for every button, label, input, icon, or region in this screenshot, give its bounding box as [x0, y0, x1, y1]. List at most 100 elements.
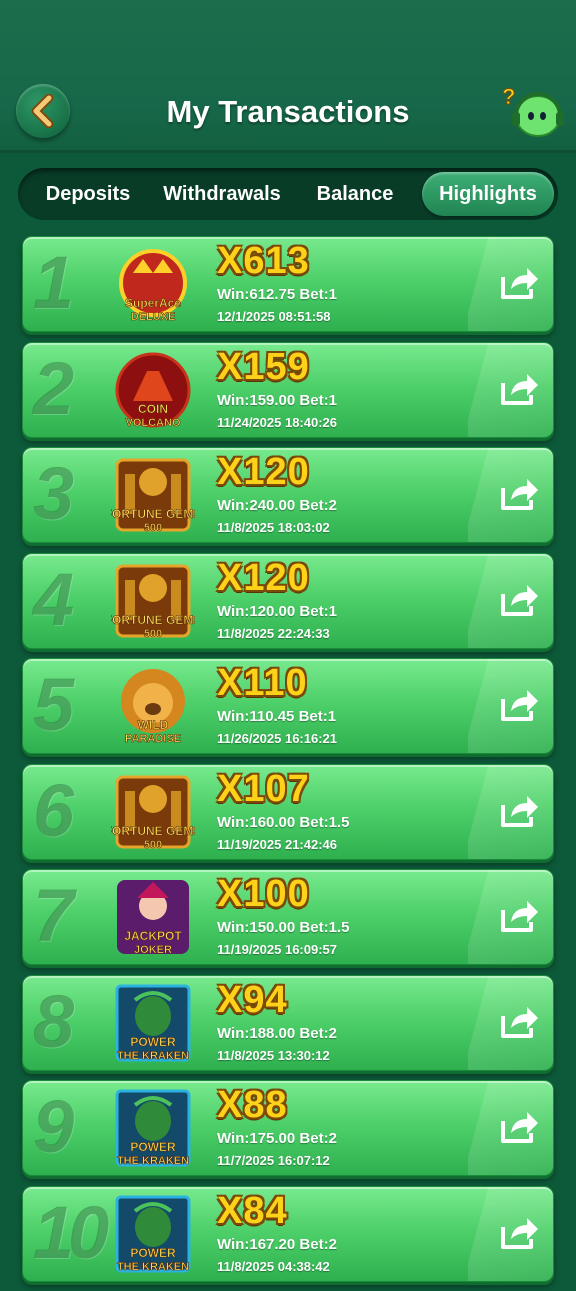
timestamp: 11/8/2025 18:03:02 — [217, 520, 330, 535]
top-bar: My Transactions ? — [0, 0, 576, 153]
share-button[interactable] — [497, 791, 541, 831]
support-button[interactable]: ? — [500, 82, 566, 142]
tab-deposits[interactable]: Deposits — [26, 172, 150, 216]
win-bet-text: Win:160.00 Bet:1.5 — [217, 813, 350, 831]
game-thumbnail[interactable]: COIN VOLCANO — [111, 349, 195, 431]
svg-text:VOLCANO: VOLCANO — [126, 417, 181, 429]
tab-label: Withdrawals — [163, 182, 281, 205]
game-thumbnail[interactable]: SuperAce DELUXE — [111, 243, 195, 325]
share-button[interactable] — [497, 369, 541, 409]
game-thumbnail[interactable]: WILD PARADISE — [111, 665, 195, 747]
rank-number: 3 — [33, 452, 74, 535]
share-icon — [497, 901, 541, 940]
transaction-tabs: Deposits Withdrawals Balance Highlights — [18, 168, 558, 220]
multiplier: X94 — [217, 978, 288, 1021]
highlight-row[interactable]: 2 COIN VOLCANO X159 Win:159.00 Bet:1 11/24/20… — [22, 341, 554, 438]
highlight-row[interactable]: 1 SuperAce DELUXE X613 Win:612.75 Bet:1 12/1/… — [22, 236, 554, 332]
rank-number: 2 — [33, 346, 74, 430]
svg-text:COIN: COIN — [138, 402, 168, 416]
share-button[interactable] — [497, 1213, 541, 1253]
win-bet-text: Win:240.00 Bet:2 — [217, 497, 337, 514]
win-bet-text: Win:188.00 Bet:2 — [217, 1024, 337, 1042]
svg-text:JOKER: JOKER — [134, 944, 172, 956]
win-bet-text: Win:612.75 Bet:1 — [217, 286, 337, 303]
win-bet-text: Win:120.00 Bet:1 — [217, 602, 337, 620]
share-button[interactable] — [497, 263, 541, 303]
tab-highlights[interactable]: Highlights — [422, 172, 554, 216]
timestamp: 11/19/2025 21:42:46 — [217, 836, 337, 852]
page-title: My Transactions — [166, 94, 410, 129]
timestamp: 11/24/2025 18:40:26 — [217, 414, 337, 430]
timestamp: 11/7/2025 16:07:12 — [217, 1153, 330, 1168]
tab-balance[interactable]: Balance — [294, 172, 416, 216]
highlight-row[interactable]: 8 POWER THE KRAKEN X94 Win:188.00 Bet:2 11/8/… — [22, 974, 554, 1071]
svg-text:POWER: POWER — [130, 1246, 176, 1260]
share-icon — [497, 1217, 541, 1257]
svg-text:FORTUNE GEMS: FORTUNE GEMS — [111, 613, 195, 627]
timestamp: 12/1/2025 08:51:58 — [217, 309, 331, 324]
svg-text:500: 500 — [144, 522, 162, 534]
highlight-row[interactable]: 5 WILD PARADISE X110 Win:110.45 Bet:1 11/26/2… — [22, 658, 554, 754]
timestamp: 11/19/2025 16:09:57 — [217, 942, 337, 957]
svg-text:POWER: POWER — [130, 1140, 176, 1154]
share-icon — [497, 268, 541, 307]
game-thumbnail[interactable]: FORTUNE GEMS500 — [104, 771, 202, 853]
share-button[interactable] — [497, 1002, 541, 1042]
svg-text:JACKPOT: JACKPOT — [124, 929, 182, 943]
svg-text:?: ? — [502, 84, 515, 109]
share-icon — [497, 690, 541, 729]
game-thumbnail[interactable]: POWER THE KRAKEN — [111, 1193, 195, 1275]
tab-label: Highlights — [439, 182, 537, 205]
tab-withdrawals[interactable]: Withdrawals — [154, 172, 290, 216]
timestamp: 11/8/2025 04:38:42 — [217, 1258, 330, 1274]
svg-text:500: 500 — [144, 839, 162, 851]
rank-number: 1 — [33, 241, 74, 324]
game-thumbnail[interactable]: FORTUNE GEMS500 — [104, 454, 202, 536]
multiplier: X120 — [217, 451, 310, 493]
rank-number: 6 — [33, 768, 74, 852]
timestamp: 11/8/2025 13:30:12 — [217, 1047, 330, 1063]
multiplier: X100 — [217, 873, 310, 915]
share-button[interactable] — [497, 580, 541, 620]
highlight-row[interactable]: 6 FORTUNE GEMS500 X107 Win:160.00 Bet:1.5 11… — [22, 763, 554, 860]
win-bet-text: Win:175.00 Bet:2 — [217, 1130, 337, 1147]
rank-number: 10 — [33, 1190, 109, 1274]
tab-label: Deposits — [45, 182, 131, 205]
highlight-row[interactable]: 10 POWER THE KRAKEN X84 Win:167.20 Bet:2 11/8… — [22, 1185, 554, 1282]
win-bet-text: Win:150.00 Bet:1.5 — [217, 919, 350, 936]
multiplier: X120 — [217, 556, 310, 599]
share-icon — [497, 584, 541, 624]
highlight-row[interactable]: 3 FORTUNE GEMS500 X120 Win:240.00 Bet:2 11/8… — [22, 447, 554, 543]
svg-text:POWER: POWER — [130, 1035, 176, 1049]
game-thumbnail[interactable]: JACKPOT JOKER — [111, 876, 195, 958]
rank-number: 9 — [33, 1085, 74, 1168]
svg-text:DELUXE: DELUXE — [131, 311, 176, 323]
share-button[interactable] — [497, 474, 541, 514]
svg-text:FORTUNE GEMS: FORTUNE GEMS — [111, 507, 195, 521]
game-thumbnail[interactable]: POWER THE KRAKEN — [111, 982, 195, 1064]
share-button[interactable] — [497, 1107, 541, 1147]
svg-text:THE KRAKEN: THE KRAKEN — [117, 1155, 189, 1167]
highlight-row[interactable]: 4 FORTUNE GEMS500 X120 Win:120.00 Bet:1 11/8… — [22, 552, 554, 649]
share-icon — [497, 479, 541, 518]
rank-number: 8 — [33, 979, 74, 1063]
share-button[interactable] — [497, 896, 541, 936]
share-icon — [497, 1112, 541, 1151]
svg-text:SuperAce: SuperAce — [125, 296, 181, 310]
tab-label: Balance — [316, 182, 394, 205]
multiplier: X88 — [217, 1084, 288, 1126]
multiplier: X107 — [217, 767, 310, 810]
share-button[interactable] — [497, 685, 541, 725]
game-thumbnail[interactable]: FORTUNE GEMS500 — [104, 560, 202, 642]
multiplier: X159 — [217, 345, 310, 388]
highlight-row[interactable]: 9 POWER THE KRAKEN X88 Win:175.00 Bet:2 11/7/… — [22, 1080, 554, 1176]
support-mascot-icon: ? — [502, 84, 564, 137]
multiplier: X84 — [217, 1189, 288, 1232]
game-thumbnail[interactable]: POWER THE KRAKEN — [111, 1087, 195, 1169]
win-bet-text: Win:167.20 Bet:2 — [217, 1235, 337, 1253]
rank-number: 5 — [33, 663, 74, 746]
highlight-row[interactable]: 7 JACKPOT JOKER X100 Win:150.00 Bet:1.5 11/19… — [22, 869, 554, 965]
svg-text:THE KRAKEN: THE KRAKEN — [117, 1261, 189, 1273]
share-icon — [497, 795, 541, 835]
svg-text:THE KRAKEN: THE KRAKEN — [117, 1050, 189, 1062]
